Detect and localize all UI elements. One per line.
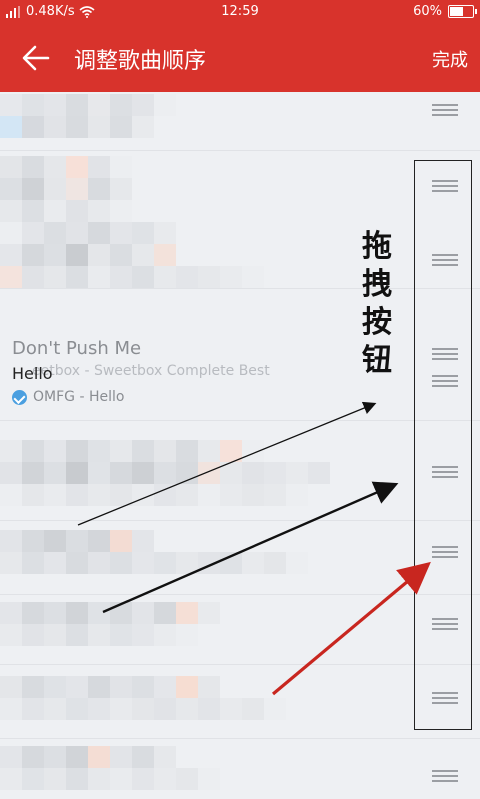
back-arrow-icon[interactable] (18, 40, 54, 76)
page-title: 调整歌曲顺序 (74, 49, 207, 74)
pixelated-song-info (0, 156, 264, 288)
pixelated-song-info (0, 602, 220, 646)
dragged-song-subtitle: OMFG - Hello (33, 389, 125, 405)
done-button[interactable]: 完成 (432, 46, 468, 72)
pixelated-song-info (0, 530, 308, 574)
drag-handle[interactable] (432, 104, 458, 116)
clock: 12:59 (221, 4, 259, 19)
drag-handle[interactable] (432, 770, 458, 782)
check-icon (12, 389, 27, 405)
list-item[interactable]: Don't Push Me eetbox - Sweetbox Complete… (0, 288, 480, 421)
list-item[interactable] (0, 520, 480, 595)
app-bar: 调整歌曲顺序 完成 (0, 24, 480, 92)
annotation-label: 拖拽按钮 (362, 229, 392, 378)
list-item[interactable] (0, 150, 480, 289)
battery-icon (448, 5, 477, 18)
dragged-song-title: Hello (12, 364, 53, 383)
song-list: Don't Push Me eetbox - Sweetbox Complete… (0, 92, 480, 799)
pixelated-song-info (0, 440, 330, 506)
status-bar: 0.48K/s 12:59 60% (0, 0, 480, 24)
list-item[interactable] (0, 594, 480, 665)
list-item[interactable] (0, 420, 480, 521)
list-item[interactable] (0, 664, 480, 739)
list-item[interactable] (0, 738, 480, 799)
pixelated-song-info (0, 746, 242, 790)
dragged-song-subtitle-row: OMFG - Hello (12, 389, 270, 405)
pixelated-song-info (0, 94, 176, 138)
pixelated-song-info (0, 676, 286, 720)
annotation-highlight-box (414, 160, 472, 730)
battery-percent: 60% (413, 4, 442, 19)
dragging-song[interactable]: Don't Push Me eetbox - Sweetbox Complete… (12, 338, 270, 405)
list-item[interactable] (0, 92, 480, 151)
song-title: Don't Push Me (12, 338, 142, 359)
